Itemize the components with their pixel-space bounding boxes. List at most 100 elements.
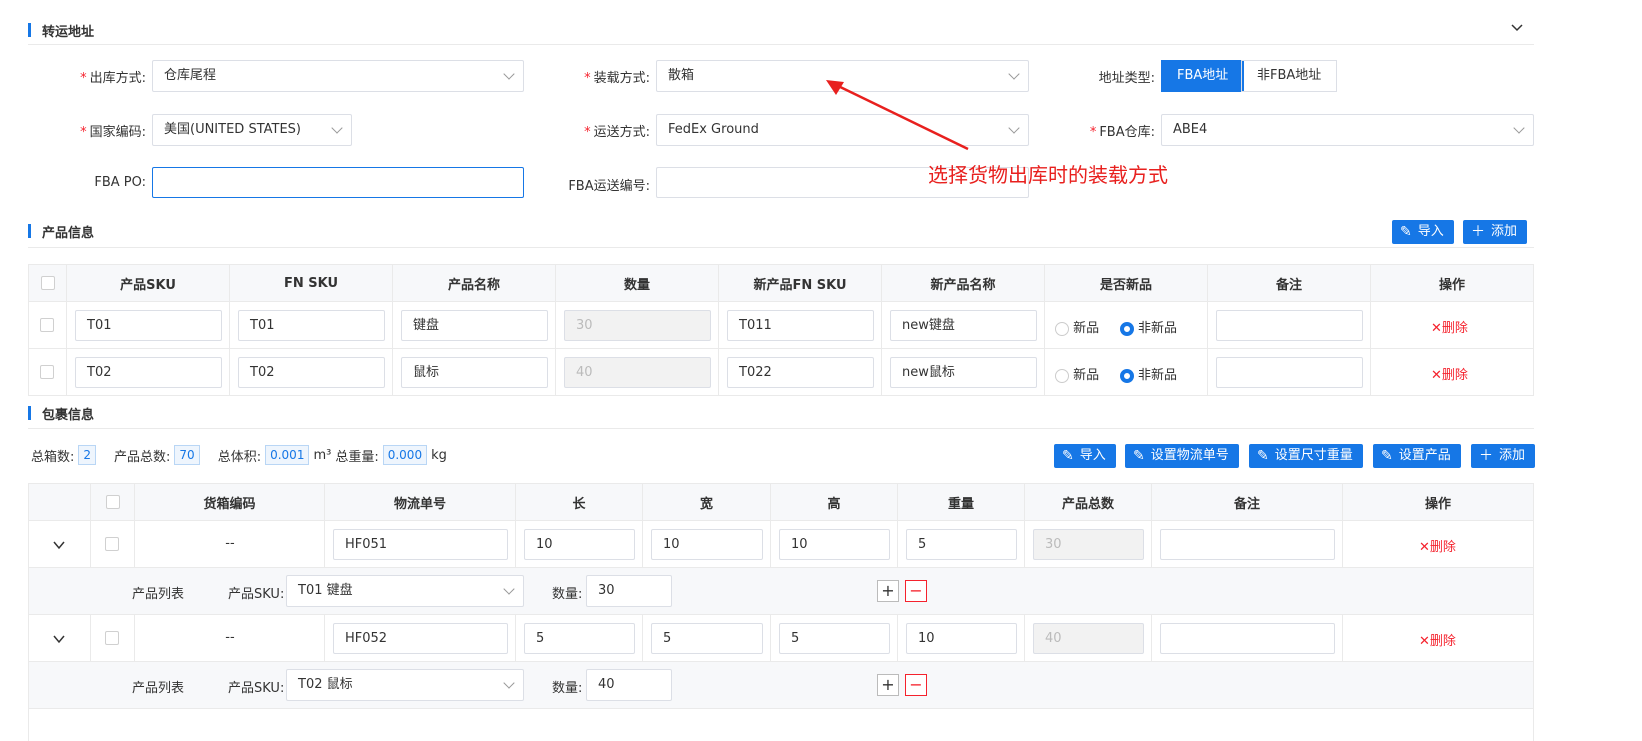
tracking-input[interactable]: HF051 (333, 529, 508, 560)
quantity-input: 40 (564, 357, 711, 388)
qty-input[interactable]: 30 (586, 575, 672, 607)
fba-po-input[interactable] (152, 167, 524, 198)
product-sku-select[interactable]: T01 键盘 (286, 575, 524, 607)
product-name-input[interactable]: 键盘 (401, 310, 548, 341)
remark-input[interactable] (1160, 529, 1335, 560)
edit-icon: ✎ (1381, 448, 1393, 464)
delete-button[interactable]: ✕删除 (1419, 536, 1456, 555)
select-all-checkbox[interactable] (105, 495, 120, 509)
length-input[interactable]: 10 (524, 529, 635, 560)
set-dims-button[interactable]: ✎ 设置尺寸重量 (1249, 444, 1363, 468)
row-checkbox[interactable] (105, 537, 119, 551)
width-input[interactable]: 10 (651, 529, 763, 560)
plus-icon: ＋ (1471, 224, 1485, 240)
plus-icon[interactable]: + (877, 674, 899, 696)
height-input[interactable]: 5 (779, 623, 890, 654)
col-header: 备注 (1208, 265, 1371, 301)
total-volume-label: 总体积: (217, 449, 262, 465)
delete-button[interactable]: ✕删除 (1431, 364, 1468, 383)
set-tracking-button[interactable]: ✎ 设置物流单号 (1125, 444, 1239, 468)
width-input[interactable]: 5 (651, 623, 763, 654)
row-checkbox[interactable] (40, 365, 54, 379)
expand-col-header (29, 484, 91, 520)
package-table-header: 货箱编码 物流单号 长 宽 高 重量 产品总数 备注 操作 (29, 484, 1533, 521)
product-import-button[interactable]: ✎ 导入 (1392, 220, 1454, 244)
total-products-value: 70 (174, 445, 200, 465)
minus-icon[interactable]: − (905, 580, 927, 602)
new-name-input[interactable]: new键盘 (890, 310, 1037, 341)
select-all-cell (91, 484, 135, 520)
new-fnsku-input[interactable]: T011 (727, 310, 874, 341)
col-header: 是否新品 (1045, 265, 1208, 301)
new-name-input[interactable]: new鼠标 (890, 357, 1037, 388)
chevron-down-icon[interactable] (52, 538, 66, 552)
package-add-button[interactable]: ＋添加 (1471, 444, 1536, 468)
product-add-button[interactable]: ＋添加 (1463, 220, 1528, 244)
edit-icon: ✎ (1062, 448, 1074, 464)
sku-input[interactable]: T02 (75, 357, 222, 388)
select-all-checkbox[interactable] (40, 276, 55, 290)
outbound-method-select[interactable]: 仓库尾程 (152, 60, 524, 92)
table-row: -- HF052 5 5 5 10 40 ✕删除 (29, 615, 1533, 662)
height-input[interactable]: 10 (779, 529, 890, 560)
fnsku-input[interactable]: T01 (238, 310, 385, 341)
weight-input[interactable]: 10 (906, 623, 1017, 654)
table-row: T02 T02 鼠标 40 T022 new鼠标 新品 非新品 ✕删除 (29, 349, 1533, 395)
chevron-down-icon (331, 122, 343, 134)
address-type-non-fba-button[interactable]: 非FBA地址 (1241, 60, 1338, 92)
radio-not-new[interactable] (1119, 368, 1134, 383)
radio-new[interactable] (1055, 368, 1069, 383)
product-table: 产品SKU FN SKU 产品名称 数量 新产品FN SKU 新产品名称 是否新… (28, 264, 1534, 396)
chevron-down-icon[interactable] (52, 632, 66, 646)
package-import-button[interactable]: ✎ 导入 (1054, 444, 1116, 468)
set-product-button[interactable]: ✎ 设置产品 (1373, 444, 1461, 468)
product-sku-select[interactable]: T02 鼠标 (286, 669, 524, 701)
qty-input[interactable]: 40 (586, 669, 672, 701)
qty-label: 数量: (552, 587, 583, 602)
annotation-arrow-icon (826, 80, 969, 151)
col-header: FN SKU (230, 265, 393, 301)
tracking-input[interactable]: HF052 (333, 623, 508, 654)
collapse-chevron-icon[interactable] (1510, 21, 1524, 35)
weight-input[interactable]: 5 (906, 529, 1017, 560)
chevron-down-icon (1513, 122, 1525, 134)
address-type-fba-button[interactable]: FBA地址 (1161, 60, 1245, 92)
col-header: 产品总数 (1025, 484, 1152, 520)
radio-new-label: 新品 (1073, 321, 1100, 336)
col-header: 操作 (1424, 496, 1451, 512)
length-input[interactable]: 5 (524, 623, 635, 654)
new-fnsku-input[interactable]: T022 (727, 357, 874, 388)
remark-input[interactable] (1216, 357, 1363, 388)
remark-input[interactable] (1216, 310, 1363, 341)
close-icon: ✕ (1431, 321, 1442, 336)
fba-warehouse-select[interactable]: ABE4 (1161, 114, 1534, 146)
chevron-down-icon (1008, 68, 1020, 80)
total-products-input: 40 (1033, 623, 1144, 654)
section-title-package-info: 包裹信息 (42, 408, 95, 423)
chevron-down-icon (1008, 122, 1020, 134)
row-checkbox[interactable] (105, 631, 119, 645)
country-code-select[interactable]: 美国(UNITED STATES) (152, 114, 352, 146)
quantity-input: 30 (564, 310, 711, 341)
product-name-input[interactable]: 鼠标 (401, 357, 548, 388)
total-products-label: 产品总数: (114, 449, 171, 465)
sku-input[interactable]: T01 (75, 310, 222, 341)
remark-input[interactable] (1160, 623, 1335, 654)
col-header: 新产品FN SKU (719, 265, 882, 301)
is-new-radio-group: 新品 非新品 (1055, 317, 1177, 336)
shipping-method-label: * 运送方式: (584, 125, 650, 140)
delete-button[interactable]: ✕删除 (1419, 630, 1456, 649)
row-checkbox[interactable] (40, 318, 54, 332)
section-marker (28, 406, 31, 420)
minus-icon[interactable]: − (905, 674, 927, 696)
radio-not-new[interactable] (1119, 321, 1134, 336)
radio-new[interactable] (1055, 321, 1069, 336)
plus-icon[interactable]: + (877, 580, 899, 602)
annotation-text: 选择货物出库时的装载方式 (928, 163, 1168, 187)
fnsku-input[interactable]: T02 (238, 357, 385, 388)
delete-button[interactable]: ✕删除 (1431, 317, 1468, 336)
select-all-cell (29, 265, 67, 301)
col-header: 长 (516, 484, 643, 520)
box-code: -- (225, 630, 235, 645)
radio-not-new-label: 非新品 (1137, 368, 1177, 383)
